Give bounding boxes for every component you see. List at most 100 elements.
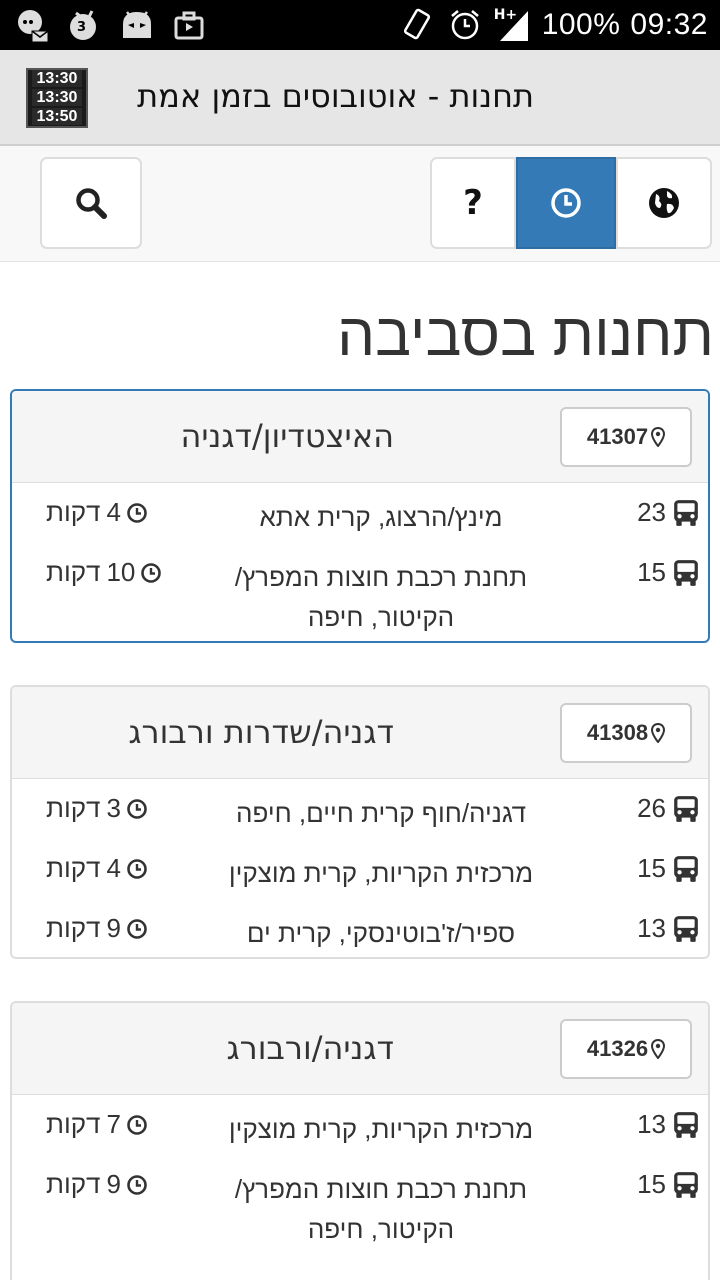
eta-minutes: 4	[106, 497, 121, 527]
map-marker-icon	[651, 1039, 665, 1059]
route-number-text: 15	[637, 1169, 666, 1199]
eta-minutes: 9	[106, 913, 121, 943]
map-button[interactable]	[616, 157, 712, 249]
station-code: 41307	[586, 424, 649, 449]
route-number-text: 13	[637, 1109, 666, 1139]
station-code-button[interactable]: 41308	[560, 703, 692, 763]
arrival-row: 15 מרכזית הקריות, קרית מוצקין דקות 4	[12, 839, 708, 899]
status-time: 09:32	[630, 8, 708, 41]
bus-icon	[672, 795, 700, 823]
app-icon-row: 13:30	[32, 89, 82, 106]
eta: דקות 4	[46, 853, 147, 884]
eta: דקות 3	[46, 793, 147, 824]
station-code: 41308	[586, 720, 649, 745]
view-toggle-group: ?	[430, 157, 712, 249]
eta-minutes: 7	[106, 1109, 121, 1139]
eta: דקות 9	[46, 913, 147, 944]
station-header: דגניה/ורבורג 41326	[12, 1003, 708, 1095]
route-number: 13	[637, 913, 700, 944]
app-title: תחנות - אוטובוסים בזמן אמת	[137, 77, 534, 115]
route-number: 26	[637, 793, 700, 824]
clock-icon	[127, 919, 147, 939]
route-number-text: 23	[637, 497, 666, 527]
route-number: 15	[637, 853, 700, 884]
eta-unit: דקות	[46, 557, 101, 587]
clock-icon	[127, 859, 147, 879]
destination: תחנת רכבת חוצות המפרץ/ הקיטור, חיפה	[234, 1174, 528, 1244]
destination: תחנת רכבת חוצות המפרץ/ הקיטור, חיפה	[234, 562, 528, 632]
station-card[interactable]: דגניה/ורבורג 41326 13 מרכזית הקריות, קרי…	[10, 1001, 710, 1280]
app-icon-row: 13:50	[32, 108, 82, 125]
android-icon	[118, 6, 156, 44]
vibrate-icon	[398, 6, 436, 44]
destination: מינץ/הרצוג, קרית אתא	[259, 502, 503, 532]
briefcase-icon	[170, 6, 208, 44]
route-number-text: 15	[637, 853, 666, 883]
help-button[interactable]: ?	[430, 157, 516, 249]
app-icon-row: 13:30	[32, 70, 82, 87]
eta-unit: דקות	[46, 497, 101, 527]
eta-unit: דקות	[46, 913, 101, 943]
eta-unit: דקות	[46, 793, 101, 823]
eta-minutes: 3	[106, 793, 121, 823]
arrival-row: 15 תחנת רכבת חוצות המפרץ/ הקיטור, חיפה ד…	[12, 543, 708, 641]
clock-icon	[551, 188, 581, 218]
search-button[interactable]	[40, 157, 142, 249]
eta: דקות 9	[46, 1169, 147, 1200]
arrival-row: 15 תחנת רכבת חוצות המפרץ/ הקיטור, חיפה ד…	[12, 1155, 708, 1257]
app-icon[interactable]: 13:30 13:30 13:50	[26, 68, 88, 128]
eta: דקות 10	[46, 557, 161, 588]
messenger-notification-icon	[14, 6, 52, 44]
help-label: ?	[463, 183, 483, 223]
destination: ספיר/ז'בוטינסקי, קרית ים	[246, 918, 516, 948]
station-code: 41326	[586, 1036, 649, 1061]
bus-icon	[672, 855, 700, 883]
toolbar: ?	[0, 146, 720, 262]
clock-icon	[127, 799, 147, 819]
route-number: 15	[637, 1169, 700, 1200]
station-code-button[interactable]: 41307	[560, 407, 692, 467]
arrival-row: 13 ספיר/ז'בוטינסקי, קרית ים דקות 9	[12, 899, 708, 957]
route-number: 15	[637, 557, 700, 588]
alarm-notification-icon: 3	[66, 6, 104, 44]
station-card[interactable]: האיצטדיון/דגניה 41307 23 מינץ/הרצוג, קרי…	[10, 389, 710, 643]
bus-icon	[672, 499, 700, 527]
station-code-button[interactable]: 41326	[560, 1019, 692, 1079]
bus-icon	[672, 559, 700, 587]
eta: דקות 4	[46, 497, 147, 528]
destination: מרכזית הקריות, קרית מוצקין	[228, 1114, 534, 1144]
destination: דגניה/חוף קרית חיים, חיפה	[236, 798, 526, 828]
clock-icon	[127, 503, 147, 523]
notification-count: 3	[77, 20, 87, 35]
arrival-row: 13 מרכזית הקריות, קרית מוצקין דקות 7	[12, 1095, 708, 1155]
bus-icon	[672, 1171, 700, 1199]
status-bar: 3 H+ 100% 09:32	[0, 0, 720, 50]
eta-unit: דקות	[46, 853, 101, 883]
search-icon	[76, 188, 107, 219]
nearby-stations-button[interactable]	[516, 157, 616, 249]
globe-icon	[649, 188, 679, 218]
signal-icon: H+	[494, 7, 532, 43]
route-number-text: 13	[637, 913, 666, 943]
eta-minutes: 4	[106, 853, 121, 883]
route-number-text: 26	[637, 793, 666, 823]
map-marker-icon	[651, 723, 665, 743]
station-header: דגניה/שדרות ורבורג 41308	[12, 687, 708, 779]
eta-minutes: 9	[106, 1169, 121, 1199]
clock-icon	[127, 1175, 147, 1195]
route-number: 13	[637, 1109, 700, 1140]
station-card[interactable]: דגניה/שדרות ורבורג 41308 26 דגניה/חוף קר…	[10, 685, 710, 959]
clock-icon	[141, 563, 161, 583]
eta-unit: דקות	[46, 1169, 101, 1199]
bus-icon	[672, 1111, 700, 1139]
eta: דקות 7	[46, 1109, 147, 1140]
route-number: 23	[637, 497, 700, 528]
arrival-row: 26 דגניה/חוף קרית חיים, חיפה דקות 3	[12, 779, 708, 839]
route-number-text: 15	[637, 557, 666, 587]
station-name: האיצטדיון/דגניה	[180, 417, 394, 455]
arrival-row: 23 מינץ/הרצוג, קרית אתא דקות 4	[12, 483, 708, 543]
battery-percent: 100%	[541, 8, 621, 41]
eta-minutes: 10	[106, 557, 136, 587]
bus-icon	[672, 915, 700, 943]
alarm-clock-icon	[446, 6, 484, 44]
